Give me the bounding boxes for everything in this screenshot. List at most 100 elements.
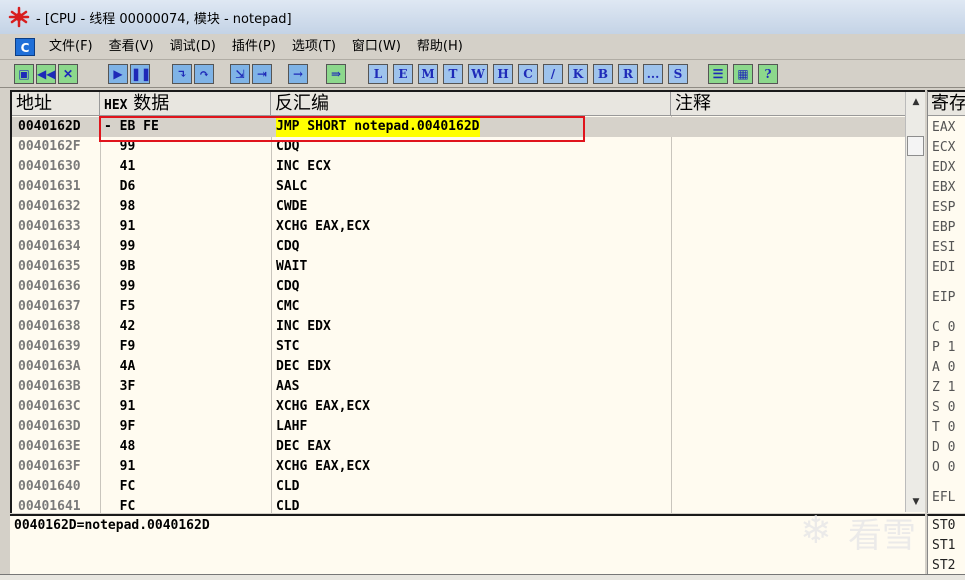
- table-row[interactable]: 00401641 FC CLD: [12, 497, 907, 513]
- register-esi[interactable]: ESI: [932, 240, 955, 255]
- register-eax[interactable]: EAX: [932, 120, 955, 135]
- register-edi[interactable]: EDI: [932, 260, 955, 275]
- disassembly-pane[interactable]: 地址 HEX 数据 反汇编 注释 0040162D - EB FE JMP SH…: [10, 90, 925, 513]
- menu-window[interactable]: 窗口(W): [344, 34, 409, 60]
- run-icon[interactable]: ▶: [108, 64, 128, 84]
- comment-column-header[interactable]: 注释: [671, 92, 907, 116]
- log-window-button[interactable]: L: [368, 64, 388, 84]
- row-address: 00401639: [18, 339, 81, 354]
- menu-help[interactable]: 帮助(H): [409, 34, 471, 60]
- row-address: 00401636: [18, 279, 81, 294]
- table-row[interactable]: 00401640 FC CLD: [12, 477, 907, 497]
- execute-till-return-icon[interactable]: →: [288, 64, 308, 84]
- table-row[interactable]: 0040163B 3F AAS: [12, 377, 907, 397]
- vertical-scrollbar[interactable]: ▲ ▼: [905, 92, 925, 512]
- hex-label: 数据: [133, 93, 170, 114]
- flag-a[interactable]: A 0: [932, 360, 955, 375]
- table-row[interactable]: 00401633 91 XCHG EAX,ECX: [12, 217, 907, 237]
- callstack-window-button[interactable]: K: [568, 64, 588, 84]
- flag-s[interactable]: S 0: [932, 400, 955, 415]
- table-row[interactable]: 00401638 42 INC EDX: [12, 317, 907, 337]
- register-edx[interactable]: EDX: [932, 160, 955, 175]
- menu-plugins[interactable]: 插件(P): [224, 34, 284, 60]
- grid-icon[interactable]: ▦: [733, 64, 753, 84]
- flag-t[interactable]: T 0: [932, 420, 955, 435]
- scroll-up-icon[interactable]: ▲: [906, 92, 926, 112]
- address-column-header[interactable]: 地址: [12, 92, 100, 116]
- references-window-button[interactable]: R: [618, 64, 638, 84]
- row-disasm: XCHG EAX,ECX: [276, 459, 370, 474]
- table-row[interactable]: 00401639 F9 STC: [12, 337, 907, 357]
- row-disasm: SALC: [276, 179, 308, 194]
- row-hex: D6: [104, 179, 136, 194]
- register-ebp[interactable]: EBP: [932, 220, 955, 235]
- table-row[interactable]: 0040163F 91 XCHG EAX,ECX: [12, 457, 907, 477]
- row-disasm: DEC EDX: [276, 359, 331, 374]
- watermark: ❄ 看雪: [800, 500, 930, 560]
- row-disasm: XCHG EAX,ECX: [276, 399, 370, 414]
- table-row[interactable]: 00401637 F5 CMC: [12, 297, 907, 317]
- flag-c[interactable]: C 0: [932, 320, 955, 335]
- register-ecx[interactable]: ECX: [932, 140, 955, 155]
- table-row[interactable]: 0040163E 48 DEC EAX: [12, 437, 907, 457]
- snowflake-icon: ❄: [800, 508, 832, 552]
- menu-debug[interactable]: 调试(D): [162, 34, 224, 60]
- row-address: 00401637: [18, 299, 81, 314]
- row-address: 0040163A: [18, 359, 81, 374]
- column-header: 地址 HEX 数据 反汇编 注释: [12, 92, 907, 116]
- step-into-icon[interactable]: ↴: [172, 64, 192, 84]
- modules-window-button[interactable]: E: [393, 64, 413, 84]
- disasm-column-header[interactable]: 反汇编: [271, 92, 671, 116]
- table-row[interactable]: 00401631 D6 SALC: [12, 177, 907, 197]
- menu-file[interactable]: 文件(F): [41, 34, 101, 60]
- handles-window-button[interactable]: H: [493, 64, 513, 84]
- open-icon[interactable]: ▣: [14, 64, 34, 84]
- row-address: 00401632: [18, 199, 81, 214]
- table-row[interactable]: 00401636 99 CDQ: [12, 277, 907, 297]
- table-row[interactable]: 00401635 9B WAIT: [12, 257, 907, 277]
- threads-window-button[interactable]: T: [443, 64, 463, 84]
- table-row[interactable]: 0040163D 9F LAHF: [12, 417, 907, 437]
- menu-options[interactable]: 选项(T): [284, 34, 344, 60]
- help-icon[interactable]: ?: [758, 64, 778, 84]
- row-address: 0040163B: [18, 379, 81, 394]
- table-row[interactable]: 00401632 98 CWDE: [12, 197, 907, 217]
- goto-icon[interactable]: ⇒: [326, 64, 346, 84]
- register-eip[interactable]: EIP: [932, 290, 955, 305]
- pause-icon[interactable]: ❚❚: [130, 64, 151, 84]
- toolbar: ▣ ◀◀ ✕ ▶ ❚❚ ↴ ↷ ⇲ ⇥ → ⇒ L E M T W H C / …: [0, 60, 965, 88]
- row-hex: F5: [104, 299, 136, 314]
- info-line: 0040162D=notepad.0040162D: [14, 518, 210, 533]
- windows-window-button[interactable]: W: [468, 64, 488, 84]
- registers-pane[interactable]: 寄存 EAX ECX EDX EBX ESP EBP ESI EDI EIP C…: [927, 90, 965, 513]
- list-icon[interactable]: ☰: [708, 64, 728, 84]
- close-icon[interactable]: ✕: [58, 64, 78, 84]
- cpu-window-button[interactable]: C: [518, 64, 538, 84]
- flag-z[interactable]: Z 1: [932, 380, 955, 395]
- source-window-button[interactable]: S: [668, 64, 688, 84]
- scroll-thumb[interactable]: [907, 136, 924, 156]
- system-menu-icon[interactable]: C: [15, 37, 35, 56]
- table-row[interactable]: 00401634 99 CDQ: [12, 237, 907, 257]
- menu-view[interactable]: 查看(V): [101, 34, 162, 60]
- row-address: 00401633: [18, 219, 81, 234]
- register-efl[interactable]: EFL: [932, 490, 955, 505]
- step-over-icon[interactable]: ↷: [194, 64, 214, 84]
- breakpoints-window-button[interactable]: B: [593, 64, 613, 84]
- trace-into-icon[interactable]: ⇲: [230, 64, 250, 84]
- rewind-icon[interactable]: ◀◀: [36, 64, 56, 84]
- table-row[interactable]: 0040163C 91 XCHG EAX,ECX: [12, 397, 907, 417]
- hex-column-header[interactable]: HEX 数据: [100, 92, 271, 116]
- table-row[interactable]: 0040163A 4A DEC EDX: [12, 357, 907, 377]
- trace-over-icon[interactable]: ⇥: [252, 64, 272, 84]
- patches-window-button[interactable]: /: [543, 64, 563, 84]
- flag-p[interactable]: P 1: [932, 340, 955, 355]
- row-hex: 98: [104, 199, 136, 214]
- memory-window-button[interactable]: M: [418, 64, 438, 84]
- table-row[interactable]: 00401630 41 INC ECX: [12, 157, 907, 177]
- flag-d[interactable]: D 0: [932, 440, 955, 455]
- register-ebx[interactable]: EBX: [932, 180, 955, 195]
- run-trace-window-button[interactable]: ...: [643, 64, 663, 84]
- flag-o[interactable]: O 0: [932, 460, 955, 475]
- register-esp[interactable]: ESP: [932, 200, 955, 215]
